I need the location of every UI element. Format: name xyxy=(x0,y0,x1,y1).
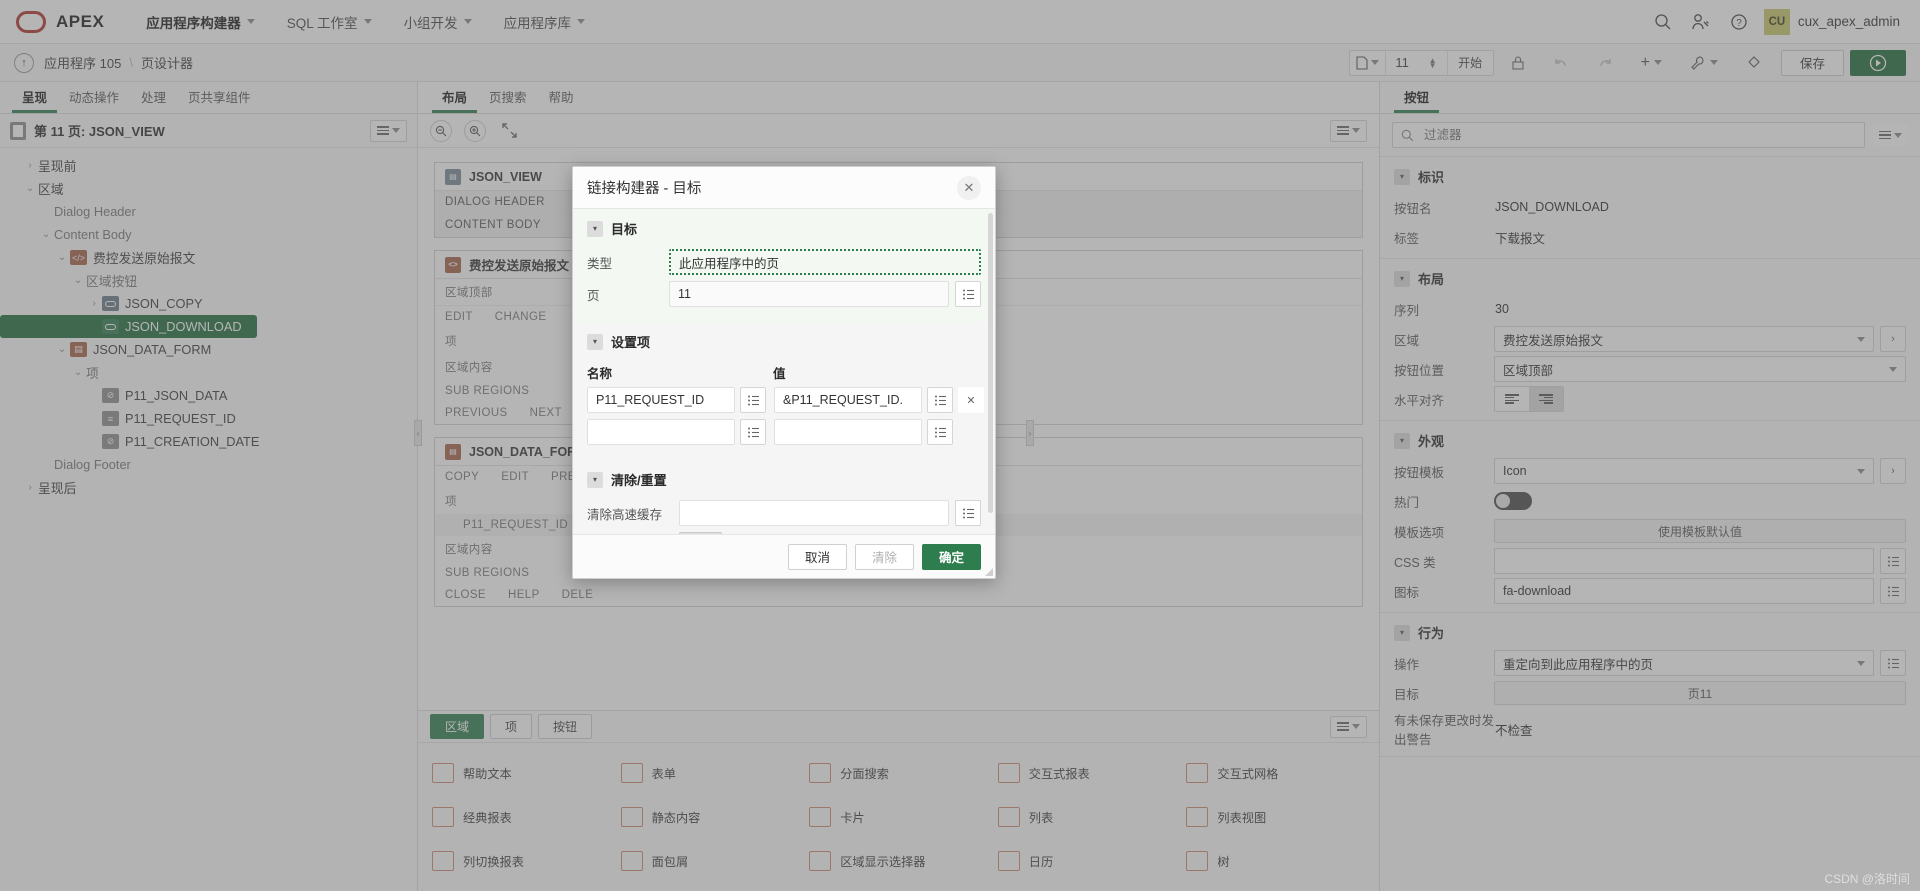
chevron-down-icon[interactable]: ▾ xyxy=(587,471,603,488)
set-item-value-input-1[interactable]: &P11_REQUEST_ID. xyxy=(774,387,922,413)
clear-button[interactable]: 清除 xyxy=(854,543,914,570)
set-items-section: ▾ 设置项 名称 值 P11_REQUEST_ID &P11_REQUEST_I… xyxy=(573,322,995,460)
set-item-value-lov-icon-2[interactable] xyxy=(927,419,953,445)
close-icon[interactable]: ✕ xyxy=(957,175,981,200)
target-type-select[interactable]: 此应用程序中的页 xyxy=(669,249,981,275)
set-item-name-input-2[interactable] xyxy=(587,419,735,445)
set-item-value-lov-icon-1[interactable] xyxy=(927,387,953,413)
set-items-row: P11_REQUEST_ID &P11_REQUEST_ID. ✕ xyxy=(573,384,995,416)
clear-reset-section-header: ▾ 清除/重置 xyxy=(573,470,995,497)
set-item-name-input-1[interactable]: P11_REQUEST_ID xyxy=(587,387,735,413)
set-item-remove-icon-1[interactable]: ✕ xyxy=(958,387,984,413)
clear-reset-section-title: 清除/重置 xyxy=(611,473,667,488)
set-items-col-value: 值 xyxy=(773,367,786,381)
dialog-resize-handle[interactable] xyxy=(985,568,993,576)
ok-button[interactable]: 确定 xyxy=(921,543,981,570)
clear-action-option-reset-pagination[interactable]: 重置页码 xyxy=(872,532,926,534)
set-items-section-title: 设置项 xyxy=(611,335,651,350)
set-item-name-lov-icon-1[interactable] xyxy=(740,387,766,413)
clear-cache-input[interactable] xyxy=(679,500,949,526)
target-section-header: ▾ 目标 xyxy=(573,219,995,246)
target-section: ▾ 目标 类型 此应用程序中的页 页 11 xyxy=(573,209,995,322)
set-items-column-headers: 名称 值 xyxy=(573,359,995,384)
set-items-section-header: ▾ 设置项 xyxy=(573,332,995,359)
target-type-row: 类型 此应用程序中的页 xyxy=(573,246,995,278)
chevron-down-icon[interactable]: ▾ xyxy=(587,333,603,350)
dialog-header: 链接构建器 - 目标 ✕ xyxy=(573,167,995,209)
set-items-col-name: 名称 xyxy=(587,367,613,381)
dialog-body: ▾ 目标 类型 此应用程序中的页 页 11 ▾ 设置项 名称 值 P11_REQ… xyxy=(573,209,995,534)
chevron-down-icon[interactable]: ▾ xyxy=(587,220,603,237)
target-page-lov-icon[interactable] xyxy=(955,281,981,307)
clear-action-option-clear-region[interactable]: 清除区域 xyxy=(736,532,790,534)
clear-cache-label: 清除高速缓存 xyxy=(587,507,663,522)
clear-cache-row: 清除高速缓存 xyxy=(573,497,995,529)
app-shell: APEX 应用程序构建器 SQL 工作室 小组开发 应用程序库 ? CU cux… xyxy=(0,0,1920,891)
dialog-footer: 取消 清除 确定 xyxy=(573,534,995,578)
target-page-input[interactable]: 11 xyxy=(669,281,949,307)
clear-cache-lov-icon[interactable] xyxy=(955,500,981,526)
set-item-value-input-2[interactable] xyxy=(774,419,922,445)
target-section-title: 目标 xyxy=(611,222,638,237)
link-builder-dialog: 链接构建器 - 目标 ✕ ▾ 目标 类型 此应用程序中的页 页 11 ▾ 设置项… xyxy=(572,166,996,579)
cancel-button[interactable]: 取消 xyxy=(787,543,847,570)
target-page-row: 页 11 xyxy=(573,278,995,310)
target-page-label: 页 xyxy=(587,288,600,303)
set-items-row xyxy=(573,416,995,448)
clear-action-option-none[interactable]: 无 xyxy=(679,532,722,534)
clear-action-row: 操作 无 清除区域 重置区域 重置页码 xyxy=(573,529,995,534)
set-item-name-lov-icon-2[interactable] xyxy=(740,419,766,445)
dialog-scrollbar[interactable] xyxy=(988,213,993,513)
clear-reset-section: ▾ 清除/重置 清除高速缓存 操作 无 清除区域 重置区域 xyxy=(573,460,995,534)
dialog-title: 链接构建器 - 目标 xyxy=(587,181,702,197)
watermark: CSDN @洛时间 xyxy=(1824,872,1910,886)
clear-action-option-reset-region[interactable]: 重置区域 xyxy=(804,532,858,534)
target-type-label: 类型 xyxy=(587,256,613,271)
clear-action-options: 无 清除区域 重置区域 重置页码 xyxy=(679,532,926,534)
